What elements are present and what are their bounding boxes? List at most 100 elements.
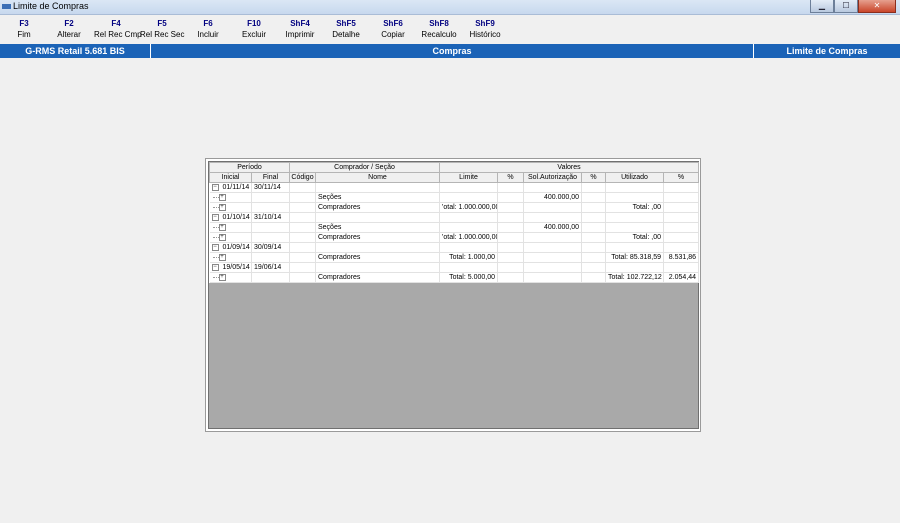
row-limite: Total: 5.000,00 xyxy=(439,272,499,283)
period-end: 30/11/14 xyxy=(251,182,290,193)
expand-icon[interactable]: + xyxy=(218,273,226,281)
row-limite: Total: 1.000,00 xyxy=(439,252,499,263)
maximize-icon[interactable]: ☐ xyxy=(834,0,858,13)
function-key-toolbar: F3 Fim F2 Alterar F4 Rel Rec Cmp F5 Rel Rec … xyxy=(0,15,900,43)
grid-panel: Período Comprador / Seção Valores Inicia… xyxy=(205,158,701,432)
app-icon xyxy=(2,4,11,9)
fkey-code: F4 xyxy=(111,19,121,28)
detalhe-button[interactable]: ShF5 Detalhe xyxy=(324,19,368,39)
row-utilizado-pct: 2.054,44 xyxy=(663,272,700,283)
group-header-comprador-secao[interactable]: Comprador / Seção xyxy=(288,162,441,173)
row-sol-autorizacao: 400.000,00 xyxy=(523,192,583,203)
row-utilizado-pct xyxy=(663,192,700,203)
row-utilizado: Total: ,00 xyxy=(605,232,665,243)
collapse-icon[interactable]: − xyxy=(211,213,219,221)
period-end: 19/06/14 xyxy=(251,262,290,273)
fkey-label: Alterar xyxy=(57,30,81,39)
fim-button[interactable]: F3 Fim xyxy=(2,19,46,39)
table-row[interactable]: + Compradores Total: 5.000,00 Total: 102… xyxy=(209,272,700,283)
fkey-code: F3 xyxy=(19,19,29,28)
column-header-sol-pct[interactable]: % xyxy=(581,172,607,183)
fkey-label: Rel Rec Sec xyxy=(140,30,185,39)
expand-icon[interactable]: + xyxy=(218,253,226,261)
limits-table: Período Comprador / Seção Valores Inicia… xyxy=(209,162,700,283)
column-header-codigo[interactable]: Código xyxy=(289,172,316,183)
alterar-button[interactable]: F2 Alterar xyxy=(47,19,91,39)
header-strip: G-RMS Retail 5.681 BIS Compras Limite de… xyxy=(0,44,900,58)
fkey-code: ShF8 xyxy=(429,19,449,28)
column-header-nome[interactable]: Nome xyxy=(314,172,441,183)
collapse-icon[interactable]: − xyxy=(211,183,219,191)
row-utilizado: Total: ,00 xyxy=(605,202,665,213)
row-utilizado: Total: 85.318,59 xyxy=(605,252,665,263)
group-header-periodo[interactable]: Período xyxy=(209,162,290,173)
fkey-label: Recalculo xyxy=(421,30,457,39)
table-row[interactable]: −01/11/14 30/11/14 xyxy=(209,182,700,193)
expand-icon[interactable]: + xyxy=(218,193,226,201)
collapse-icon[interactable]: − xyxy=(211,243,219,251)
fkey-label: Incluir xyxy=(197,30,219,39)
row-utilizado-pct xyxy=(663,232,700,243)
row-name: Compradores xyxy=(315,252,441,263)
column-header-sol-autorizacao[interactable]: Sol.Autorização xyxy=(523,172,583,183)
row-utilizado-pct xyxy=(663,222,700,233)
table-row[interactable]: + Compradores 'otal: 1.000.000,00 Total:… xyxy=(209,232,700,243)
fkey-code: ShF5 xyxy=(336,19,356,28)
historico-button[interactable]: ShF9 Histórico xyxy=(463,19,507,39)
table-row[interactable]: + Seções 400.000,00 xyxy=(209,192,700,203)
minimize-icon[interactable]: ▁ xyxy=(810,0,834,13)
column-header-limite-pct[interactable]: % xyxy=(497,172,525,183)
period-start: 01/10/14 xyxy=(222,214,250,221)
window-title: Limite de Compras xyxy=(13,1,89,11)
table-row[interactable]: −01/09/14 30/09/14 xyxy=(209,242,700,253)
recalculo-button[interactable]: ShF8 Recalculo xyxy=(417,19,461,39)
period-start: 01/11/14 xyxy=(222,184,250,191)
column-header-final[interactable]: Final xyxy=(251,172,290,183)
module-title: Compras xyxy=(432,46,472,56)
row-sol-autorizacao xyxy=(523,202,583,213)
fkey-label: Detalhe xyxy=(332,30,360,39)
column-header-limite[interactable]: Limite xyxy=(439,172,499,183)
expand-icon[interactable]: + xyxy=(218,233,226,241)
rel-rec-sec-button[interactable]: F5 Rel Rec Sec xyxy=(140,19,184,39)
table-row[interactable]: + Compradores 'otal: 1.000.000,00 Total:… xyxy=(209,202,700,213)
fkey-label: Copiar xyxy=(381,30,405,39)
close-icon[interactable]: ✕ xyxy=(858,0,896,13)
fkey-label: Histórico xyxy=(469,30,501,39)
collapse-icon[interactable]: − xyxy=(211,263,219,271)
row-limite xyxy=(439,222,499,233)
row-utilizado: Total: 102.722,12 xyxy=(605,272,665,283)
title-bar: Limite de Compras ▁ ☐ ✕ xyxy=(0,0,900,15)
column-header-inicial[interactable]: Inicial xyxy=(209,172,252,183)
row-utilizado-pct xyxy=(663,202,700,213)
table-row[interactable]: + Seções 400.000,00 xyxy=(209,222,700,233)
grid-body: −01/11/14 30/11/14 + Seções 400.000,00 +… xyxy=(209,182,700,283)
column-header-utilizado[interactable]: Utilizado xyxy=(605,172,665,183)
limits-tree-grid[interactable]: Período Comprador / Seção Valores Inicia… xyxy=(208,161,700,429)
table-row[interactable]: −19/05/14 19/06/14 xyxy=(209,262,700,273)
rel-rec-cmp-button[interactable]: F4 Rel Rec Cmp xyxy=(94,19,142,39)
table-row[interactable]: −01/10/14 31/10/14 xyxy=(209,212,700,223)
expand-icon[interactable]: + xyxy=(218,223,226,231)
row-utilizado xyxy=(605,192,665,203)
expand-icon[interactable]: + xyxy=(218,203,226,211)
period-start: 19/05/14 xyxy=(222,264,250,271)
imprimir-button[interactable]: ShF4 Imprimir xyxy=(278,19,322,39)
table-row[interactable]: + Compradores Total: 1.000,00 Total: 85.… xyxy=(209,252,700,263)
row-limite: 'otal: 1.000.000,00 xyxy=(439,202,499,213)
fkey-code: F5 xyxy=(157,19,167,28)
row-utilizado xyxy=(605,222,665,233)
fkey-code: F10 xyxy=(247,19,261,28)
row-sol-autorizacao: 400.000,00 xyxy=(523,222,583,233)
copiar-button[interactable]: ShF6 Copiar xyxy=(371,19,415,39)
group-header-valores[interactable]: Valores xyxy=(439,162,700,173)
column-header-utilizado-pct[interactable]: % xyxy=(663,172,700,183)
excluir-button[interactable]: F10 Excluir xyxy=(232,19,276,39)
incluir-button[interactable]: F6 Incluir xyxy=(186,19,230,39)
fkey-label: Excluir xyxy=(241,30,266,39)
fkey-code: ShF6 xyxy=(383,19,403,28)
period-end: 30/09/14 xyxy=(251,242,290,253)
screen-title: Limite de Compras xyxy=(786,46,868,56)
row-sol-autorizacao xyxy=(523,252,583,263)
row-name: Compradores xyxy=(315,232,441,243)
